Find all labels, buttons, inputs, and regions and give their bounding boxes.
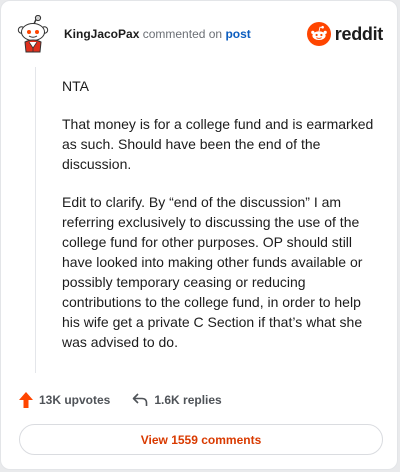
reply-count: 1.6K replies [154,393,222,407]
reply-arrow-icon [133,393,148,406]
snoo-avatar-icon[interactable] [15,14,51,53]
comment-byline: KingJacoPax commented on post [64,27,251,41]
upvote-arrow-icon [19,392,33,408]
comment-paragraph: NTA [62,78,89,94]
post-link[interactable]: post [225,27,250,41]
reddit-logo-icon [306,22,331,46]
reddit-brand[interactable]: reddit [306,21,384,47]
comment-paragraph: Edit to clarify. By “end of the discussi… [62,194,363,350]
comment-stats: 13K upvotes 1.6K replies [19,389,222,411]
byline-action: commented on [142,27,223,41]
comment-paragraph: That money is for a college fund and is … [62,116,374,172]
comment-body: NTA That money is for a college fund and… [62,76,382,370]
upvote-stat[interactable]: 13K upvotes [19,392,110,408]
comment-header: KingJacoPax commented on post reddit [15,14,384,53]
thread-line [35,67,36,373]
comment-card: KingJacoPax commented on post reddit NTA… [0,0,398,470]
comment-author[interactable]: KingJacoPax [64,27,139,41]
view-comments-button[interactable]: View 1559 comments [19,424,383,455]
upvote-count: 13K upvotes [39,393,111,407]
reply-stat[interactable]: 1.6K replies [132,393,222,407]
brand-wordmark: reddit [334,23,384,44]
